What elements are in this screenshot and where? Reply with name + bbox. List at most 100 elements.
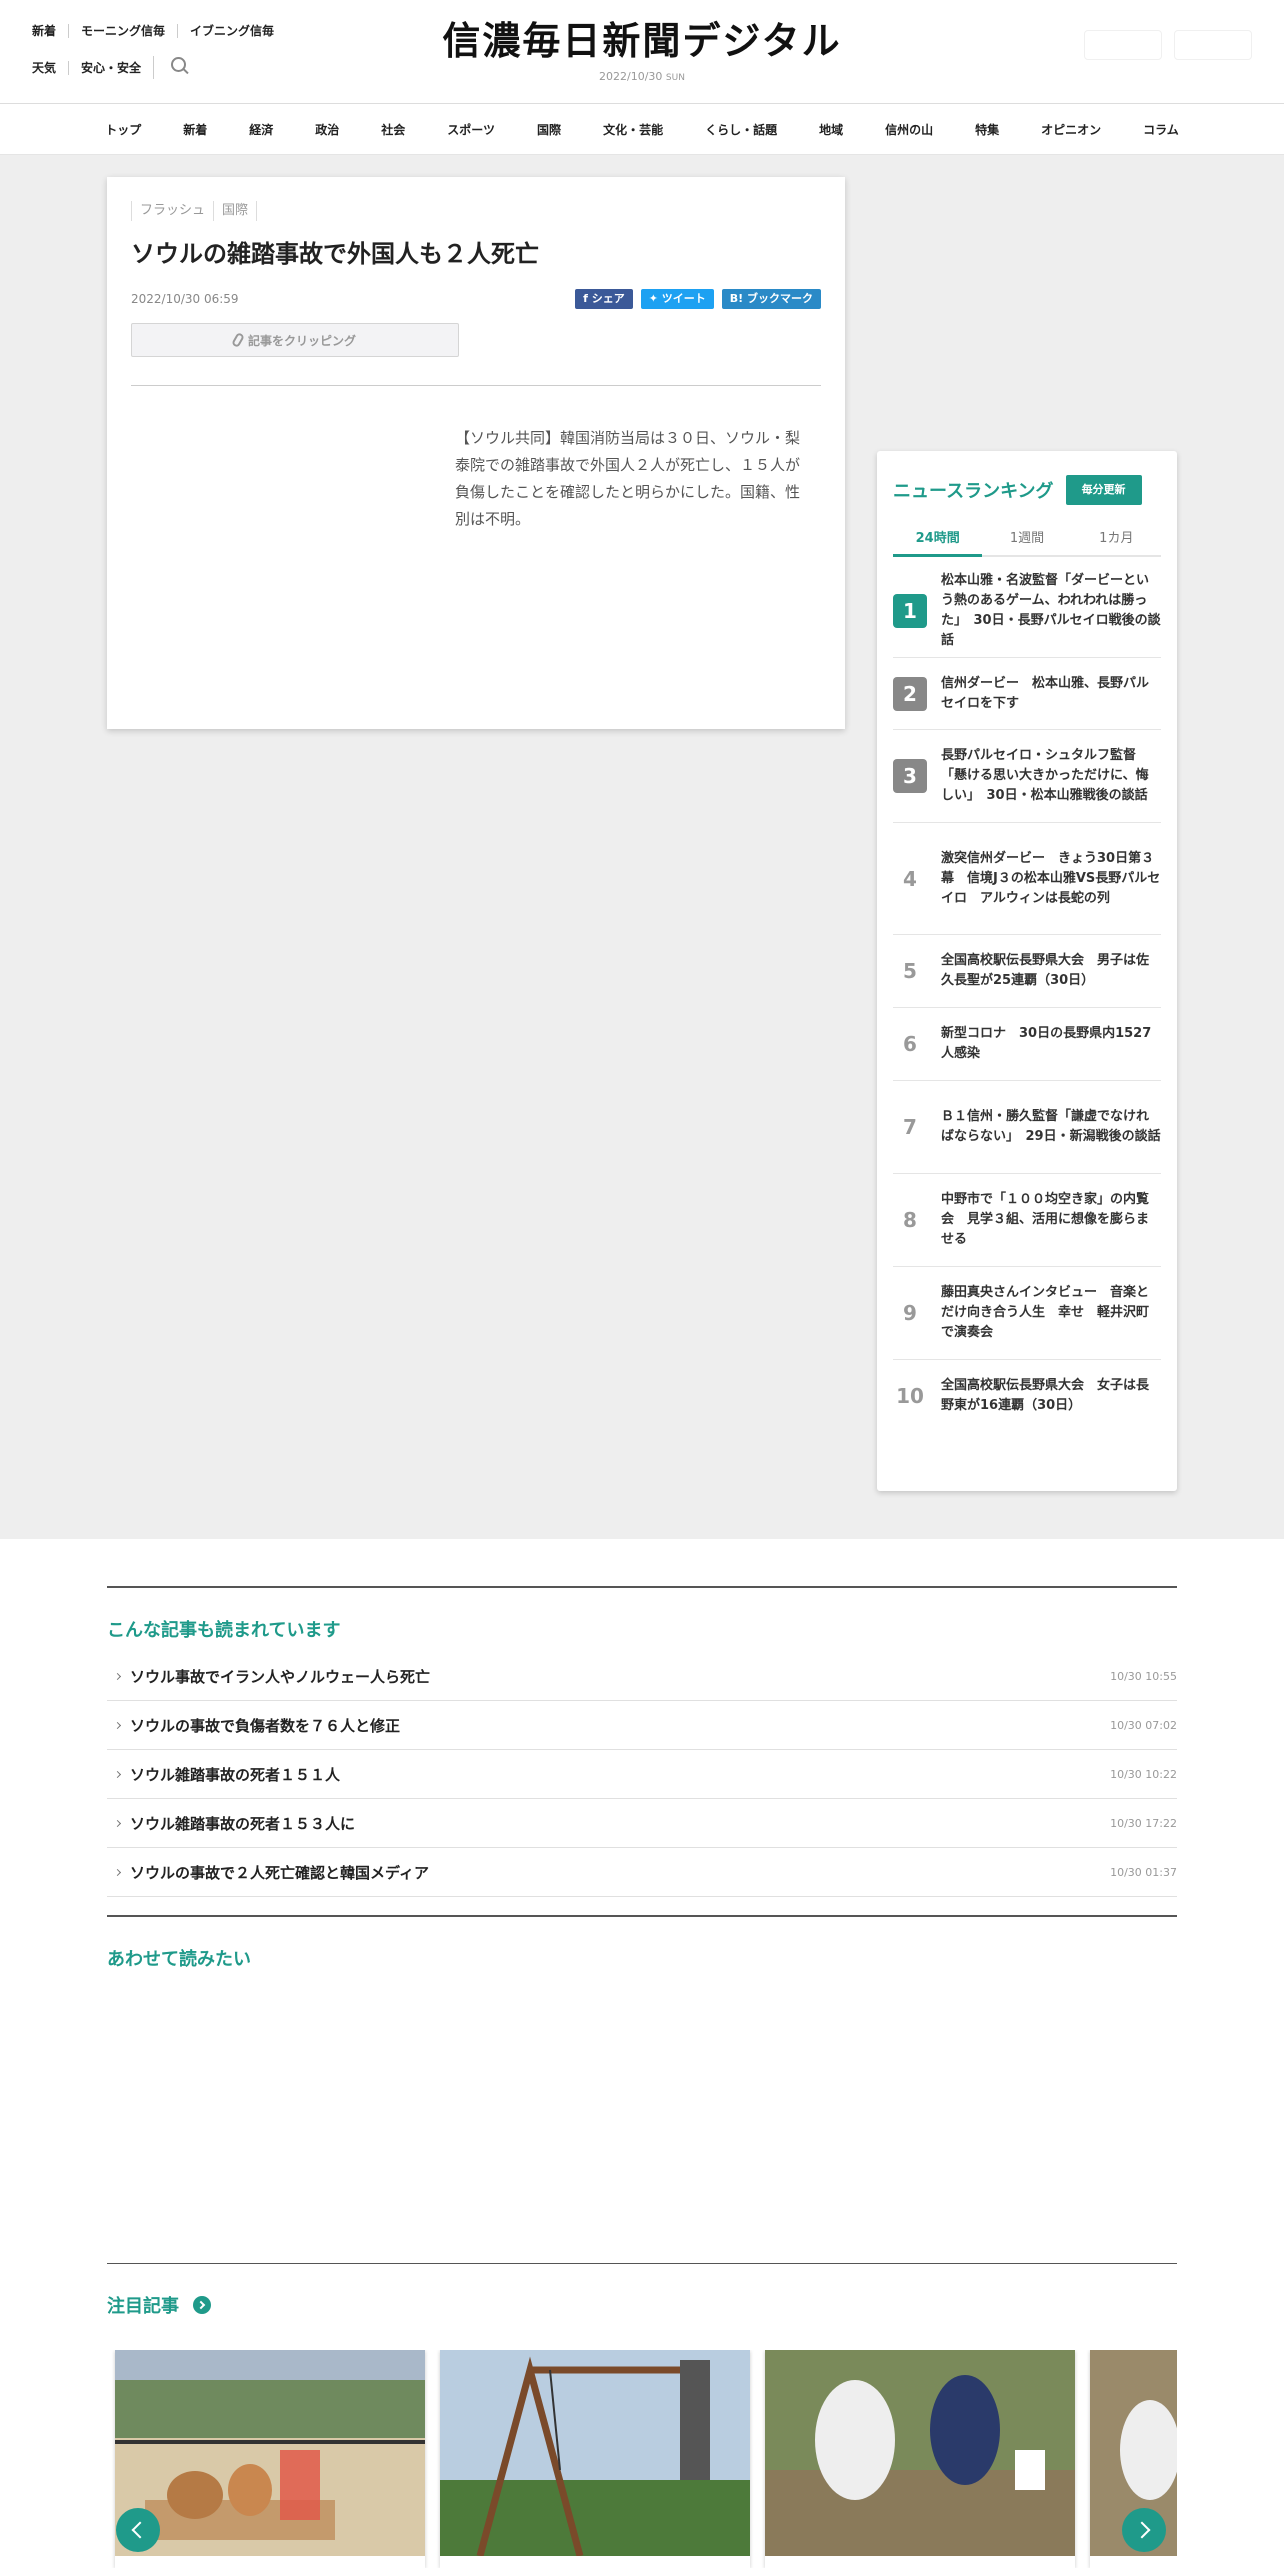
category-politics[interactable]: 政治 — [294, 121, 360, 138]
nav-link-morning[interactable]: モーニング信毎 — [68, 24, 177, 38]
ranking-item-title: 信州ダービー 松本山雅、長野パルセイロを下す — [941, 675, 1150, 711]
related-item-time: 10/30 10:22 — [1110, 1767, 1177, 1781]
ranking-item-title: 全国高校駅伝長野県大会 女子は長野東が16連覇（30日） — [941, 1378, 1150, 1413]
paperclip-icon — [231, 331, 245, 349]
ranking-item[interactable]: 8 中野市で「１００均空き家」の内覧会 見学３組、活用に想像を膨らませる — [893, 1174, 1161, 1267]
header-weekday: SUN — [665, 73, 685, 83]
article-card: フラッシュ 国際 ソウルの雑踏事故で外国人も２人死亡 2022/10/30 06… — [107, 177, 845, 729]
news-ranking-panel: ニュースランキング 毎分更新 24時間 1週間 1カ月 1 松本山雅・名波監督「ダ… — [877, 451, 1177, 1491]
ranking-item[interactable]: 2 信州ダービー 松本山雅、長野パルセイロを下す — [893, 658, 1161, 730]
hatena-bookmark-button[interactable]: B! ブックマーク — [721, 289, 821, 309]
rank-number: 2 — [893, 676, 927, 711]
header-date: 2022/10/30 SUN — [0, 70, 1284, 83]
ranking-item[interactable]: 3 長野パルセイロ・シュタルフ監督「懸ける思い大きかっただけに、悔しい」 30日・… — [893, 730, 1161, 823]
nav-link-new[interactable]: 新着 — [32, 24, 68, 38]
header-button-2[interactable] — [1174, 30, 1252, 60]
category-international[interactable]: 国際 — [516, 121, 582, 138]
rank-number: 7 — [903, 1115, 917, 1139]
article-body: 【ソウル共同】韓国消防当局は３０日、ソウル・梨泰院での雑踏事故で外国人２人が死亡… — [455, 429, 801, 528]
section-divider — [107, 1915, 1177, 1917]
category-nav: トップ 新着 経済 政治 社会 スポーツ 国際 文化・芸能 くらし・話題 地域 … — [0, 105, 1284, 155]
main-content: フラッシュ 国際 ソウルの雑踏事故で外国人も２人死亡 2022/10/30 06… — [0, 155, 1284, 1539]
related-item-left: ソウルの事故で２人死亡確認と韓国メディア — [107, 1862, 429, 1883]
ranking-item[interactable]: 6 新型コロナ 30日の長野県内1527人感染 — [893, 1008, 1161, 1081]
category-society[interactable]: 社会 — [360, 121, 426, 138]
related-item[interactable]: ソウルの事故で負傷者数を７６人と修正 10/30 07:02 — [107, 1701, 1177, 1750]
category-culture[interactable]: 文化・芸能 — [582, 121, 684, 138]
related-item[interactable]: ソウル雑踏事故の死者１５１人 10/30 10:22 — [107, 1750, 1177, 1799]
ranking-item-title: 新型コロナ 30日の長野県内1527人感染 — [941, 1026, 1152, 1061]
carousel-next-button[interactable] — [1122, 2508, 1166, 2552]
also-read-title: あわせて読みたい — [107, 1949, 251, 1970]
arrow-right-circle-icon[interactable] — [193, 2296, 211, 2314]
facebook-icon: f — [583, 292, 592, 305]
category-column[interactable]: コラム — [1122, 121, 1200, 138]
related-item[interactable]: ソウル事故でイラン人やノルウェー人ら死亡 10/30 10:55 — [107, 1652, 1177, 1701]
ranking-item-title: 松本山雅・名波監督「ダービーという熱のあるゲーム、われわれは勝った」 30日・長… — [941, 573, 1161, 648]
tab-1month[interactable]: 1カ月 — [1072, 527, 1161, 555]
featured-card[interactable] — [115, 2350, 425, 2568]
chevron-right-icon — [113, 1721, 122, 1729]
rank-number: 3 — [893, 759, 927, 793]
card-image-planting — [765, 2350, 1075, 2556]
related-item-time: 10/30 01:37 — [1110, 1865, 1177, 1879]
category-economy[interactable]: 経済 — [228, 121, 294, 138]
related-section: こんな記事も読まれています ソウル事故でイラン人やノルウェー人ら死亡 10/30… — [107, 1586, 1177, 2318]
ranking-item[interactable]: 1 松本山雅・名波監督「ダービーという熱のあるゲーム、われわれは勝った」 30日・… — [893, 565, 1161, 658]
rank-number: 8 — [903, 1208, 917, 1232]
ranking-item-title: 藤田真央さんインタビュー 音楽とだけ向き合う人生 幸せ 軽井沢町で演奏会 — [941, 1285, 1150, 1340]
ranking-update-badge: 毎分更新 — [1065, 475, 1142, 505]
ranking-title: ニュースランキング — [893, 481, 1054, 502]
clip-article-button[interactable]: 記事をクリッピング — [131, 323, 459, 357]
featured-title: 注目記事 — [107, 2296, 179, 2317]
section-divider — [107, 1586, 1177, 1588]
ranking-header: ニュースランキング 毎分更新 — [893, 475, 1161, 505]
site-logo[interactable]: 信濃毎日新聞デジタル — [420, 18, 864, 64]
tag-flash[interactable]: フラッシュ — [131, 201, 215, 221]
category-sports[interactable]: スポーツ — [426, 121, 516, 138]
category-opinion[interactable]: オピニオン — [1020, 121, 1122, 138]
twitter-icon: ✦ — [648, 292, 662, 305]
article-title: ソウルの雑踏事故で外国人も２人死亡 — [131, 240, 539, 268]
category-features[interactable]: 特集 — [954, 121, 1020, 138]
category-region[interactable]: 地域 — [798, 121, 864, 138]
ranking-item-title: Ｂ１信州・勝久監督「謙虚でなければならない」 29日・新潟戦後の談話 — [941, 1109, 1161, 1144]
tab-24h[interactable]: 24時間 — [893, 527, 983, 557]
category-top[interactable]: トップ — [84, 121, 162, 138]
rank-number: 4 — [903, 866, 917, 891]
article-tags: フラッシュ 国際 — [131, 201, 821, 221]
featured-header: 注目記事 — [107, 2292, 1177, 2318]
category-new[interactable]: 新着 — [162, 121, 228, 138]
ranking-item[interactable]: 10 全国高校駅伝長野県大会 女子は長野東が16連覇（30日） — [893, 1360, 1161, 1432]
ranking-item-title: 中野市で「１００均空き家」の内覧会 見学３組、活用に想像を膨らませる — [941, 1192, 1150, 1247]
chevron-right-icon — [113, 1868, 122, 1876]
related-item[interactable]: ソウル雑踏事故の死者１５３人に 10/30 17:22 — [107, 1799, 1177, 1848]
related-item-time: 10/30 10:55 — [1110, 1669, 1177, 1683]
related-item-left: ソウル事故でイラン人やノルウェー人ら死亡 — [107, 1666, 430, 1687]
header-nav-primary: 新着 モーニング信毎 イブニング信毎 — [32, 24, 286, 38]
ranking-item[interactable]: 5 全国高校駅伝長野県大会 男子は佐久長聖が25連覇（30日） — [893, 935, 1161, 1008]
featured-card[interactable] — [440, 2350, 750, 2568]
ranking-item[interactable]: 7 Ｂ１信州・勝久監督「謙虚でなければならない」 29日・新潟戦後の談話 — [893, 1081, 1161, 1174]
ranking-item-title: 長野パルセイロ・シュタルフ監督「懸ける思い大きかっただけに、悔しい」 30日・松… — [941, 748, 1149, 803]
ranking-item[interactable]: 9 藤田真央さんインタビュー 音楽とだけ向き合う人生 幸せ 軽井沢町で演奏会 — [893, 1267, 1161, 1360]
category-mountains[interactable]: 信州の山 — [864, 121, 954, 138]
also-read-placeholder — [107, 1971, 1177, 2263]
ranking-item-title: 激突信州ダービー きょう30日第３幕 信境J３の松本山雅VS長野パルセイロ アル… — [941, 850, 1161, 906]
rank-number: 6 — [903, 1032, 917, 1056]
tab-1week[interactable]: 1週間 — [982, 527, 1071, 555]
related-item-left: ソウルの事故で負傷者数を７６人と修正 — [107, 1715, 400, 1736]
featured-card[interactable] — [765, 2350, 1075, 2568]
related-item-title: ソウル事故でイラン人やノルウェー人ら死亡 — [130, 1667, 431, 1686]
ranking-item[interactable]: 4 激突信州ダービー きょう30日第３幕 信境J３の松本山雅VS長野パルセイロ ア… — [893, 823, 1161, 935]
twitter-share-label: ツイート — [661, 292, 706, 305]
category-life[interactable]: くらし・話題 — [684, 121, 798, 138]
related-item[interactable]: ソウルの事故で２人死亡確認と韓国メディア 10/30 01:37 — [107, 1848, 1177, 1897]
nav-link-evening[interactable]: イブニング信毎 — [177, 24, 286, 38]
twitter-share-button[interactable]: ✦ ツイート — [640, 289, 714, 309]
facebook-share-button[interactable]: f シェア — [575, 289, 633, 309]
header-date-value: 2022/10/30 — [599, 70, 663, 83]
carousel-prev-button[interactable] — [116, 2508, 160, 2552]
header-button-1[interactable] — [1084, 30, 1162, 60]
tag-international[interactable]: 国際 — [214, 201, 258, 221]
